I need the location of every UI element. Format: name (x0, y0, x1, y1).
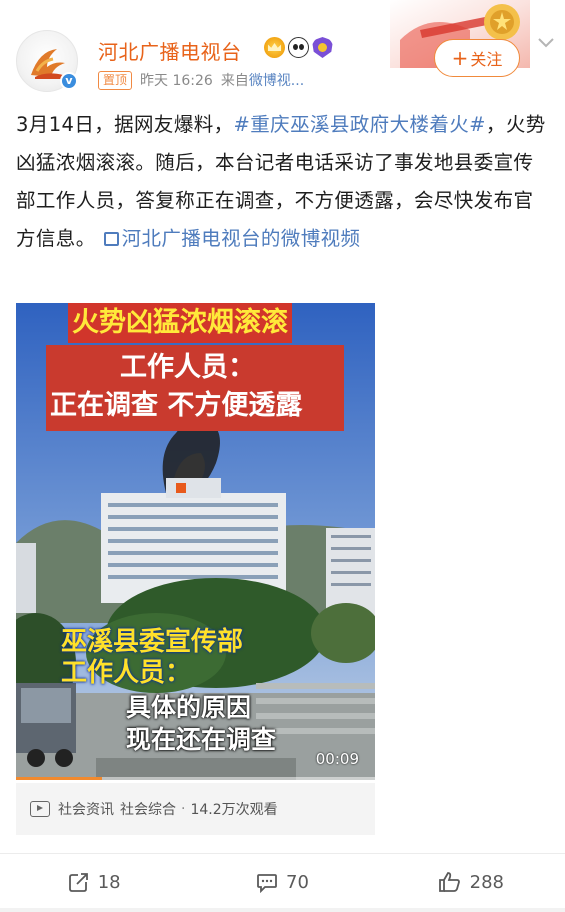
video-link-icon[interactable] (103, 232, 119, 246)
video-caption-line1: 工作人员： (120, 352, 255, 383)
video-tag-1[interactable]: 社会资讯 (58, 799, 114, 819)
video-meta-bar: 社会资讯 社会综合 · 14.2万次观看 (16, 783, 375, 835)
crown-badge-icon[interactable] (264, 37, 285, 58)
comment-count: 70 (286, 871, 309, 893)
video-link[interactable]: 河北广播电视台的微博视频 (122, 227, 361, 250)
comment-button[interactable]: 70 (188, 856, 376, 908)
video-caption-bottom2: 工作人员： (61, 658, 192, 688)
weibo-verified-icon: v (60, 72, 78, 90)
video-caption-top: 火势凶猛浓烟滚滚 (68, 303, 292, 343)
source-prefix: 来自 (220, 73, 249, 89)
source-link[interactable]: 微博视... (249, 70, 304, 90)
video-caption-line2: 正在调查 不方便透露 (50, 390, 303, 421)
actions-divider (0, 853, 565, 854)
video-tag-2[interactable]: 社会综合 (120, 799, 176, 819)
video-caption-bottom3: 具体的原因 (126, 693, 252, 722)
panda-badge-icon[interactable] (288, 37, 309, 58)
repost-count: 18 (97, 871, 121, 893)
comment-icon (257, 874, 277, 893)
post-time: 昨天 16:26 (140, 73, 213, 89)
post-meta: 置顶 昨天 16:26 来自 微博视... (98, 70, 304, 90)
post-actions: 18 70 288 (0, 856, 565, 908)
like-icon (438, 872, 460, 892)
hashtag-link[interactable]: #重庆巫溪县政府大楼着火# (234, 113, 486, 136)
like-count: 288 (469, 871, 504, 893)
video-duration: 00:09 (315, 750, 359, 768)
video-caption-bottom4: 现在还在调查 (126, 725, 277, 754)
pinned-badge: 置顶 (98, 70, 133, 90)
video-player[interactable]: 火势凶猛浓烟滚滚 工作人员： 正在调查 不方便透露 巫溪县委宣传部 工作人员： … (16, 303, 375, 780)
author-badges (264, 37, 333, 58)
chevron-down-icon[interactable] (538, 38, 554, 48)
post-text-part1: 3月14日，据网友爆料， (16, 113, 234, 136)
author-name[interactable]: 河北广播电视台 (98, 36, 242, 65)
repost-icon (68, 873, 88, 892)
post-text: 3月14日，据网友爆料，#重庆巫溪县政府大楼着火#，火势凶猛浓烟滚滚。随后，本台… (16, 106, 546, 258)
shield-badge-icon[interactable] (312, 37, 333, 58)
video-progress-bar[interactable] (16, 777, 375, 780)
separator-dot: · (181, 801, 186, 817)
video-caption-bottom1: 巫溪县委宣传部 (61, 627, 244, 657)
post-header: v 河北广播电视台 置顶 昨天 16:26 来自 微博视... + 关注 (0, 0, 565, 100)
bottom-separator (0, 908, 565, 912)
follow-button[interactable]: + 关注 (434, 39, 520, 77)
like-button[interactable]: 288 (377, 856, 565, 908)
video-progress-fill (16, 777, 103, 780)
repost-button[interactable]: 18 (0, 856, 188, 908)
video-views: 14.2万次观看 (190, 802, 278, 818)
play-icon (30, 801, 50, 817)
